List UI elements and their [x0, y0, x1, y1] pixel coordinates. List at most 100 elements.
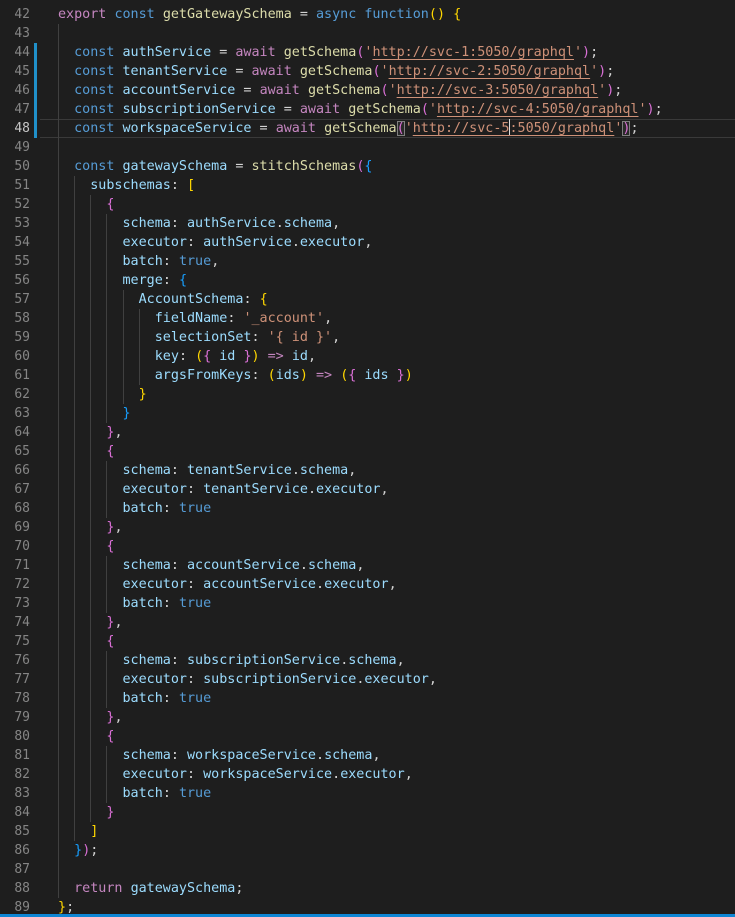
code-line[interactable]: 64 }, — [0, 423, 735, 442]
code-text: { — [58, 442, 114, 461]
code-text: schema: authService.schema, — [58, 214, 340, 233]
line-number: 70 — [0, 537, 30, 556]
code-line[interactable]: 87 — [0, 860, 735, 879]
code-line[interactable]: 80 { — [0, 727, 735, 746]
code-line[interactable]: 68 batch: true — [0, 499, 735, 518]
code-line[interactable]: 45 const tenantService = await getSchema… — [0, 62, 735, 81]
code-text: const accountService = await getSchema('… — [58, 81, 622, 100]
code-text: batch: true — [58, 689, 211, 708]
line-number: 64 — [0, 423, 30, 442]
code-line[interactable]: 79 }, — [0, 708, 735, 727]
code-text: const tenantService = await getSchema('h… — [58, 62, 614, 81]
line-number: 75 — [0, 632, 30, 651]
git-modified-indicator — [34, 100, 37, 119]
code-text: }, — [58, 518, 123, 537]
code-line[interactable]: 61 argsFromKeys: (ids) => ({ ids }) — [0, 366, 735, 385]
code-text: schema: workspaceService.schema, — [58, 746, 381, 765]
line-number: 88 — [0, 879, 30, 898]
code-line[interactable]: 72 executor: accountService.executor, — [0, 575, 735, 594]
code-line[interactable]: 60 key: ({ id }) => id, — [0, 347, 735, 366]
code-line[interactable]: 58 fieldName: '_account', — [0, 309, 735, 328]
code-line[interactable]: 43 — [0, 24, 735, 43]
code-text: const gatewaySchema = stitchSchemas({ — [58, 157, 372, 176]
code-line[interactable]: 57 AccountSchema: { — [0, 290, 735, 309]
code-line[interactable]: 63 } — [0, 404, 735, 423]
line-number: 56 — [0, 271, 30, 290]
line-number: 74 — [0, 613, 30, 632]
code-text: const authService = await getSchema('htt… — [58, 43, 598, 62]
code-line[interactable]: 76 schema: subscriptionService.schema, — [0, 651, 735, 670]
code-line[interactable]: 73 batch: true — [0, 594, 735, 613]
git-modified-indicator — [34, 119, 37, 138]
line-number: 62 — [0, 385, 30, 404]
indent-guide — [58, 860, 59, 879]
code-line[interactable]: 54 executor: authService.executor, — [0, 233, 735, 252]
code-line[interactable]: 65 { — [0, 442, 735, 461]
code-text: { — [58, 195, 114, 214]
line-number: 58 — [0, 309, 30, 328]
code-line[interactable]: 55 batch: true, — [0, 252, 735, 271]
code-line[interactable]: 88 return gatewaySchema; — [0, 879, 735, 898]
code-text: fieldName: '_account', — [58, 309, 332, 328]
code-line[interactable]: 49 — [0, 138, 735, 157]
line-number: 52 — [0, 195, 30, 214]
code-line[interactable]: 75 { — [0, 632, 735, 651]
code-line[interactable]: 46 const accountService = await getSchem… — [0, 81, 735, 100]
code-text: schema: subscriptionService.schema, — [58, 651, 405, 670]
code-line[interactable]: 59 selectionSet: '{ id }', — [0, 328, 735, 347]
code-line[interactable]: 77 executor: subscriptionService.executo… — [0, 670, 735, 689]
code-line[interactable]: 85 ] — [0, 822, 735, 841]
code-line[interactable]: 51 subschemas: [ — [0, 176, 735, 195]
code-line[interactable]: 52 { — [0, 195, 735, 214]
code-line[interactable]: 74 }, — [0, 613, 735, 632]
code-text: { — [58, 727, 114, 746]
line-number: 48 — [0, 119, 30, 138]
code-text: schema: accountService.schema, — [58, 556, 364, 575]
code-line[interactable]: 70 { — [0, 537, 735, 556]
code-text: return gatewaySchema; — [58, 879, 243, 898]
line-number: 79 — [0, 708, 30, 727]
line-number: 67 — [0, 480, 30, 499]
code-line[interactable]: 83 batch: true — [0, 784, 735, 803]
code-line[interactable]: 67 executor: tenantService.executor, — [0, 480, 735, 499]
code-line[interactable]: 71 schema: accountService.schema, — [0, 556, 735, 575]
code-line[interactable]: 69 }, — [0, 518, 735, 537]
line-number: 43 — [0, 24, 30, 43]
line-number: 69 — [0, 518, 30, 537]
code-line[interactable]: 82 executor: workspaceService.executor, — [0, 765, 735, 784]
git-modified-indicator — [34, 43, 37, 62]
code-text: executor: accountService.executor, — [58, 575, 397, 594]
code-text: { — [58, 537, 114, 556]
line-number: 76 — [0, 651, 30, 670]
code-text: } — [58, 404, 131, 423]
code-text: }, — [58, 423, 123, 442]
code-editor: 42export const getGatewaySchema = async … — [0, 0, 735, 917]
code-line[interactable]: 50 const gatewaySchema = stitchSchemas({ — [0, 157, 735, 176]
line-number: 46 — [0, 81, 30, 100]
code-line[interactable]: 78 batch: true — [0, 689, 735, 708]
code-line[interactable]: 62 } — [0, 385, 735, 404]
line-number: 78 — [0, 689, 30, 708]
code-line[interactable]: 86 }); — [0, 841, 735, 860]
code-text: } — [58, 803, 114, 822]
code-line[interactable]: 48 const workspaceService = await getSch… — [0, 119, 735, 138]
code-text: subschemas: [ — [58, 176, 195, 195]
code-line[interactable]: 81 schema: workspaceService.schema, — [0, 746, 735, 765]
code-area[interactable]: 42export const getGatewaySchema = async … — [0, 5, 735, 917]
code-line[interactable]: 84 } — [0, 803, 735, 822]
code-line[interactable]: 56 merge: { — [0, 271, 735, 290]
code-line[interactable]: 47 const subscriptionService = await get… — [0, 100, 735, 119]
code-line[interactable]: 44 const authService = await getSchema('… — [0, 43, 735, 62]
code-text: executor: workspaceService.executor, — [58, 765, 413, 784]
line-number: 53 — [0, 214, 30, 233]
line-number: 45 — [0, 62, 30, 81]
line-number: 85 — [0, 822, 30, 841]
code-line[interactable]: 66 schema: tenantService.schema, — [0, 461, 735, 480]
code-line[interactable]: 42export const getGatewaySchema = async … — [0, 5, 735, 24]
indent-guide — [58, 24, 59, 43]
code-text: schema: tenantService.schema, — [58, 461, 356, 480]
line-number: 44 — [0, 43, 30, 62]
code-text: AccountSchema: { — [58, 290, 268, 309]
code-line[interactable]: 53 schema: authService.schema, — [0, 214, 735, 233]
code-text: ] — [58, 822, 98, 841]
